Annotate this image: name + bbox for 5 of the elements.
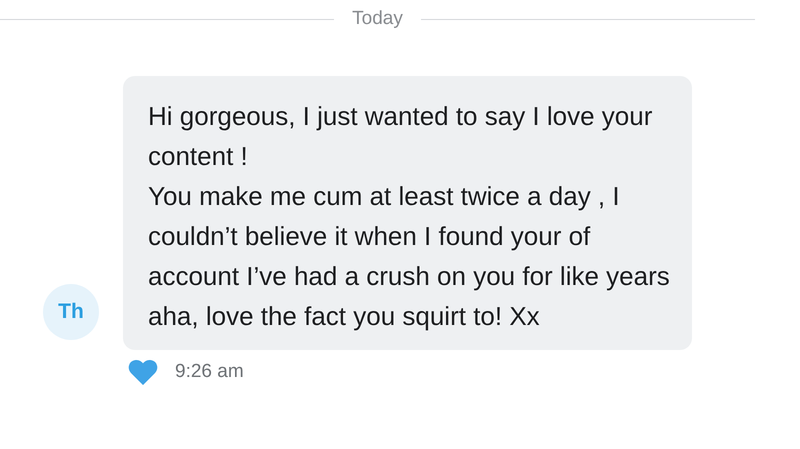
avatar: Th [43, 284, 99, 340]
message-time: 9:26 am [175, 360, 244, 382]
date-label: Today [352, 8, 403, 30]
message-text: Hi gorgeous, I just wanted to say I love your content ! You make me cum at least twice a day , I couldn’t believe it when I found your of account I’ve had a crush on you for like years aha, love the fact you squirt to! Xx [148, 100, 670, 333]
heart-icon[interactable] [128, 358, 158, 385]
